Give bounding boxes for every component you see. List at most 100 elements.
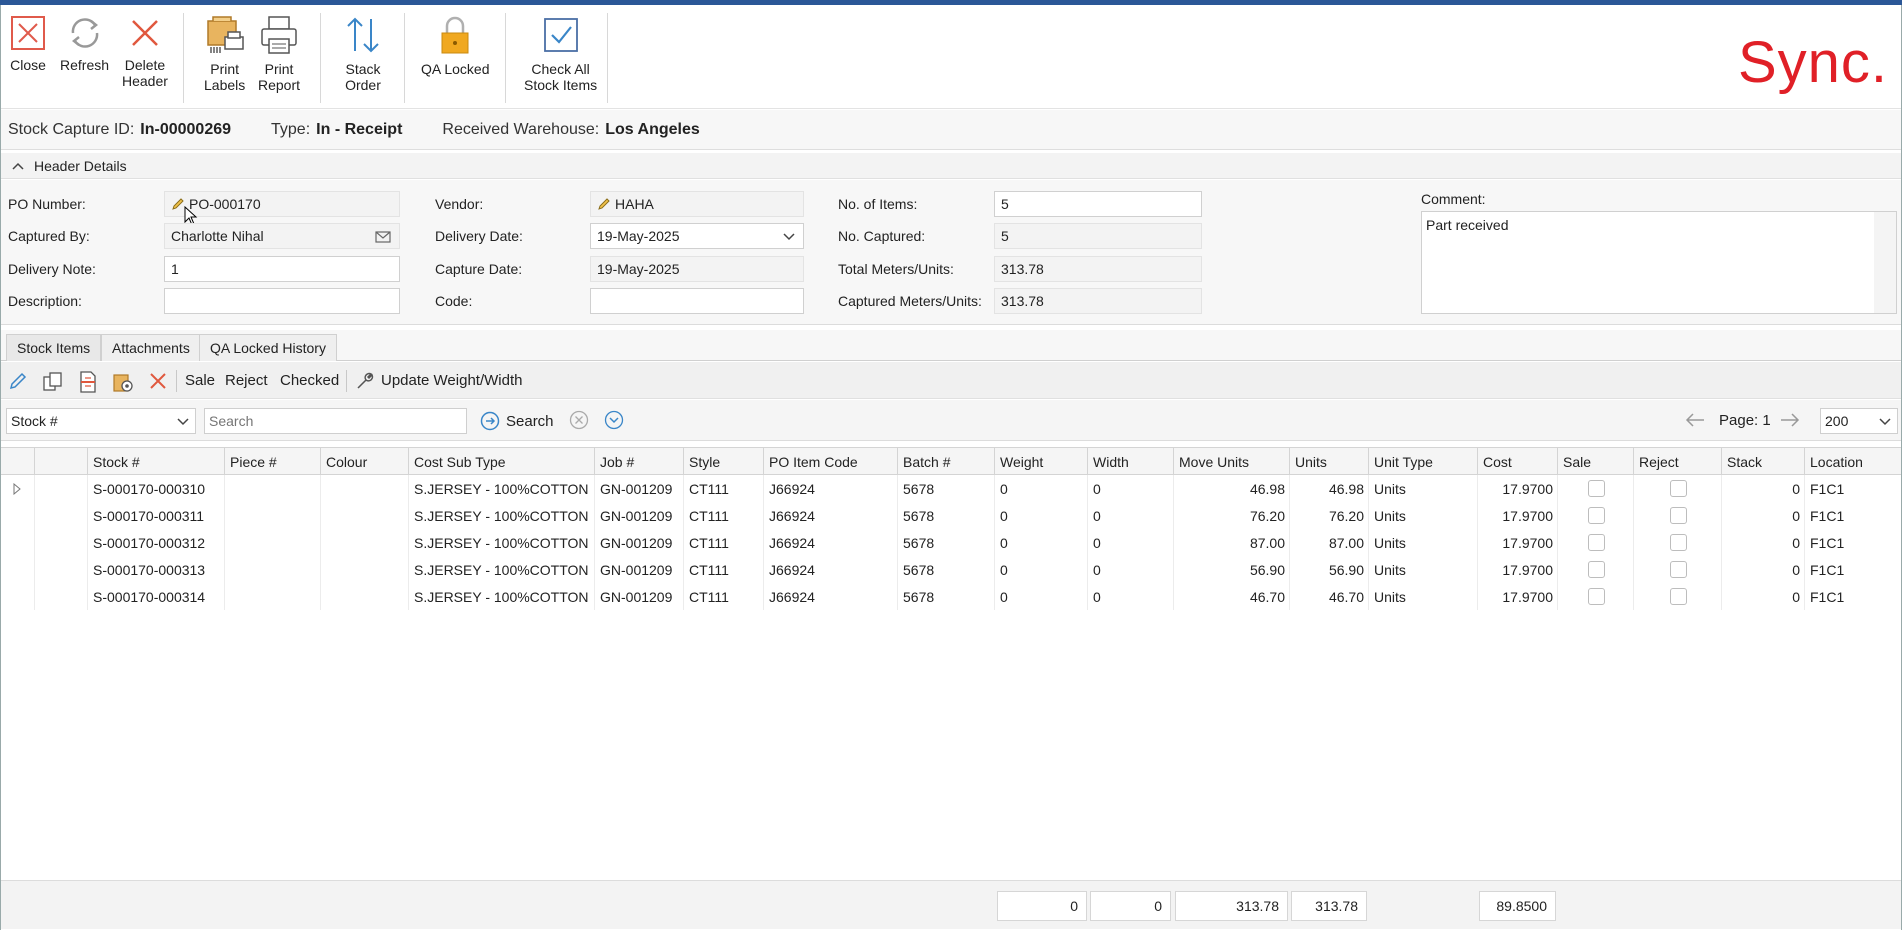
check-all-stock-items-button[interactable]: Check All Stock Items: [524, 15, 597, 93]
column-header-location[interactable]: Location: [1804, 448, 1902, 475]
header-details-title: Header Details: [34, 157, 127, 174]
column-header-stack[interactable]: Stack: [1721, 448, 1805, 475]
prev-page-icon[interactable]: [1684, 412, 1706, 428]
table-row[interactable]: S-000170-000312 S.JERSEY - 100%COTTON GN…: [0, 529, 1902, 556]
total-weight: 0: [997, 891, 1087, 921]
ribbon-separator: [183, 13, 184, 103]
print-labels-button[interactable]: Print Labels: [204, 15, 245, 93]
reject-checkbox[interactable]: [1669, 561, 1687, 578]
cell-width: 0: [1087, 529, 1174, 556]
reject-checkbox[interactable]: [1669, 480, 1687, 497]
ribbon-separator: [404, 13, 405, 103]
close-button[interactable]: Close: [10, 15, 46, 73]
sale-checkbox[interactable]: [1587, 561, 1605, 578]
chevron-down-icon[interactable]: [783, 233, 795, 241]
print-report-button[interactable]: Print Report: [258, 15, 300, 93]
vendor-field[interactable]: HAHA: [590, 191, 804, 217]
column-header-style[interactable]: Style: [683, 448, 764, 475]
reject-button[interactable]: Reject: [225, 372, 268, 389]
cell-units: 46.98: [1289, 475, 1369, 502]
sale-checkbox[interactable]: [1587, 534, 1605, 551]
next-page-icon[interactable]: [1779, 412, 1801, 428]
total-width: 0: [1090, 891, 1171, 921]
captured-by-field[interactable]: Charlotte Nihal: [164, 223, 400, 249]
column-header-stock[interactable]: Stock #: [87, 448, 225, 475]
row-select-cell[interactable]: [34, 583, 88, 610]
delete-row-icon[interactable]: [148, 371, 168, 391]
description-field[interactable]: [164, 288, 400, 314]
qa-locked-button[interactable]: QA Locked: [421, 15, 490, 77]
refresh-button[interactable]: Refresh: [60, 15, 109, 73]
copy-icon[interactable]: [42, 371, 64, 393]
sale-checkbox[interactable]: [1587, 480, 1605, 497]
comment-label: Comment:: [1421, 191, 1486, 207]
tab-qa-locked-history[interactable]: QA Locked History: [199, 334, 337, 361]
table-row[interactable]: S-000170-000310 S.JERSEY - 100%COTTON GN…: [0, 475, 1902, 502]
po-number-field[interactable]: PO-000170: [164, 191, 400, 217]
column-header-weight[interactable]: Weight: [994, 448, 1088, 475]
cell-units: 56.90: [1289, 556, 1369, 583]
reject-checkbox[interactable]: [1669, 507, 1687, 524]
row-expand-icon[interactable]: [13, 483, 21, 495]
sale-checkbox[interactable]: [1587, 507, 1605, 524]
delivery-date-picker[interactable]: 19-May-2025: [590, 223, 804, 249]
tab-attachments[interactable]: Attachments: [101, 334, 201, 361]
comment-textarea[interactable]: Part received: [1421, 211, 1897, 314]
document-split-icon[interactable]: [78, 371, 98, 393]
column-header-piece[interactable]: Piece #: [224, 448, 321, 475]
cell-unit-type: Units: [1368, 583, 1478, 610]
cell-job: GN-001209: [594, 556, 684, 583]
checked-button[interactable]: Checked: [280, 372, 339, 389]
column-header-width[interactable]: Width: [1087, 448, 1174, 475]
sale-checkbox[interactable]: [1587, 588, 1605, 605]
table-row[interactable]: S-000170-000313 S.JERSEY - 100%COTTON GN…: [0, 556, 1902, 583]
header-details-toggle[interactable]: Header Details: [0, 153, 1902, 179]
cell-move-units: 46.70: [1173, 583, 1290, 610]
row-select-cell[interactable]: [34, 556, 88, 583]
page-size-select[interactable]: 200: [1820, 408, 1898, 434]
delivery-note-field[interactable]: 1: [164, 256, 400, 282]
row-select-cell[interactable]: [34, 502, 88, 529]
column-header-job[interactable]: Job #: [594, 448, 684, 475]
table-row[interactable]: S-000170-000314 S.JERSEY - 100%COTTON GN…: [0, 583, 1902, 610]
column-header-move-units[interactable]: Move Units: [1173, 448, 1290, 475]
column-header-sale[interactable]: Sale: [1557, 448, 1634, 475]
sale-button[interactable]: Sale: [185, 372, 215, 389]
toolbar-separator: [346, 370, 347, 392]
delete-header-button[interactable]: Delete Header: [122, 15, 168, 89]
email-icon[interactable]: [375, 230, 391, 244]
cell-weight: 0: [994, 583, 1088, 610]
column-header-colour[interactable]: Colour: [320, 448, 409, 475]
cell-stack: 0: [1721, 502, 1805, 529]
edit-icon[interactable]: [8, 371, 28, 391]
column-header-units[interactable]: Units: [1289, 448, 1369, 475]
cell-move-units: 87.00: [1173, 529, 1290, 556]
row-select-cell[interactable]: [34, 529, 88, 556]
search-input[interactable]: [204, 408, 467, 434]
capture-date-label: Capture Date:: [435, 261, 523, 277]
clear-search-icon[interactable]: [569, 410, 589, 430]
stack-order-button[interactable]: Stack Order: [343, 15, 383, 93]
reject-checkbox[interactable]: [1669, 588, 1687, 605]
comment-scrollbar[interactable]: [1874, 212, 1896, 313]
search-button[interactable]: Search: [480, 409, 554, 433]
row-select-cell[interactable]: [34, 475, 88, 502]
update-weight-width-button[interactable]: Update Weight/Width: [381, 372, 522, 389]
expand-options-icon[interactable]: [604, 410, 624, 430]
table-row[interactable]: S-000170-000311 S.JERSEY - 100%COTTON GN…: [0, 502, 1902, 529]
tab-stock-items[interactable]: Stock Items: [6, 334, 102, 361]
column-header-unit-type[interactable]: Unit Type: [1368, 448, 1478, 475]
search-field-select[interactable]: Stock #: [6, 408, 196, 434]
code-field[interactable]: [590, 288, 804, 314]
cell-weight: 0: [994, 529, 1088, 556]
column-header-cost[interactable]: Cost: [1477, 448, 1558, 475]
column-header-reject[interactable]: Reject: [1633, 448, 1722, 475]
column-header-batch[interactable]: Batch #: [897, 448, 995, 475]
column-header-cost-sub-type[interactable]: Cost Sub Type: [408, 448, 595, 475]
cell-units: 87.00: [1289, 529, 1369, 556]
batch-settings-icon[interactable]: [112, 371, 134, 393]
no-of-items-field[interactable]: 5: [994, 191, 1202, 217]
lock-icon: [441, 16, 469, 54]
reject-checkbox[interactable]: [1669, 534, 1687, 551]
column-header-po-item-code[interactable]: PO Item Code: [763, 448, 898, 475]
